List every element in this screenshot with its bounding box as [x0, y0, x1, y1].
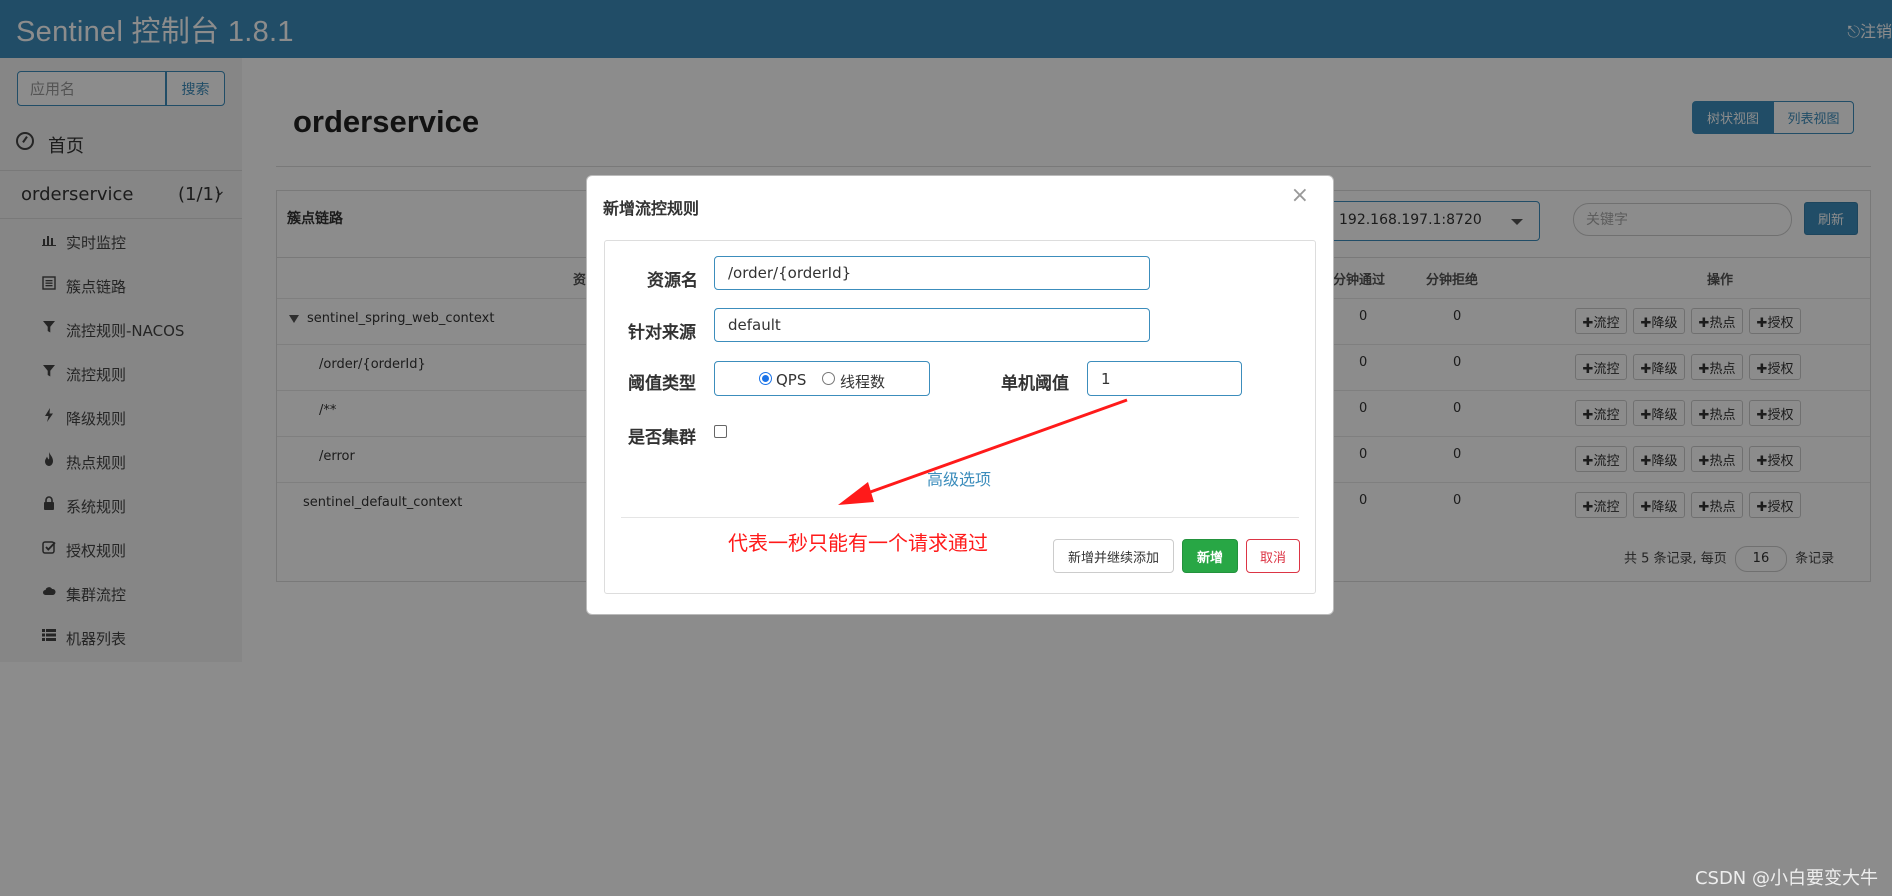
annotation-arrow-icon [838, 398, 1128, 505]
annotation-arrow-head [838, 482, 874, 505]
watermark: CSDN @小白要变大牛 [1694, 868, 1878, 889]
annotation-arrow-line [861, 398, 1128, 497]
